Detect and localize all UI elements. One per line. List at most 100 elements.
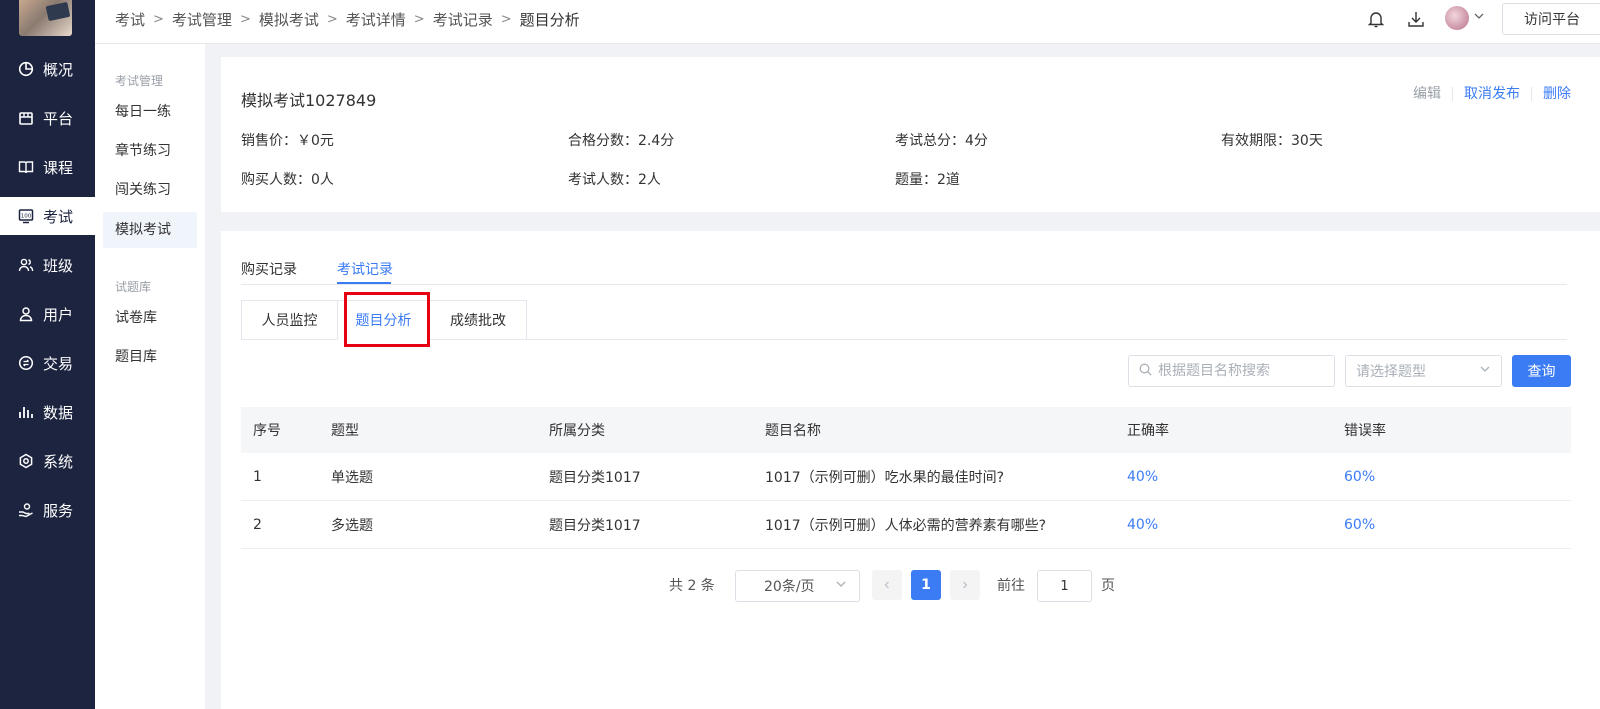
service-icon <box>18 502 34 518</box>
nav-item-label: 课程 <box>43 158 74 177</box>
subtab-personnel-monitor[interactable]: 人员监控 <box>241 300 338 340</box>
column-header: 题型 <box>331 423 359 439</box>
error-rate-link[interactable]: 60% <box>1344 453 1375 500</box>
secondary-menu: 考试管理 每日一练 章节练习 闯关练习 模拟考试 试题库 试卷库 题目库 <box>95 44 205 709</box>
column-header: 序号 <box>253 423 281 439</box>
question-category: 题目分类1017 <box>549 469 641 486</box>
goto-page-input[interactable] <box>1037 570 1092 602</box>
next-page-button[interactable] <box>950 570 980 600</box>
column-header: 错误率 <box>1344 423 1386 439</box>
chevron-right-icon: > <box>239 11 251 27</box>
submenu-item-challenge[interactable]: 闯关练习 <box>103 172 197 208</box>
nav-item-user[interactable]: 用户 <box>0 295 95 333</box>
nav-item-label: 概况 <box>43 60 74 79</box>
gear-icon <box>18 453 34 469</box>
breadcrumb-item[interactable]: 考试记录 <box>433 9 493 30</box>
edit-link[interactable]: 编辑 <box>1402 87 1452 101</box>
total-score-info: 考试总分：4分 <box>895 133 988 149</box>
main-nav: 概况 平台 课程 100 考试 班级 用户 交易 数据 系统 服务 <box>0 0 95 709</box>
chevron-right-icon: > <box>326 11 338 27</box>
price-info: 销售价：￥0元 <box>241 133 334 149</box>
column-header: 所属分类 <box>549 423 605 439</box>
table-header: 序号 题型 所属分类 题目名称 正确率 错误率 <box>241 407 1571 453</box>
chevron-right-icon: > <box>153 11 164 27</box>
question-category: 题目分类1017 <box>549 517 641 534</box>
goto-label: 前往 <box>997 578 1025 594</box>
store-icon <box>18 110 34 126</box>
tab-purchase-records[interactable]: 购买记录 <box>241 259 297 279</box>
nav-item-data[interactable]: 数据 <box>0 393 95 431</box>
table-row: 2 多选题 题目分类1017 1017（示例可删）人体必需的营养素有哪些? 40… <box>241 501 1571 549</box>
nav-item-label: 交易 <box>43 354 74 373</box>
search-field[interactable] <box>1128 355 1335 387</box>
bell-icon[interactable] <box>1366 9 1386 29</box>
bar-chart-icon <box>18 404 34 420</box>
nav-item-platform[interactable]: 平台 <box>0 99 95 137</box>
chevron-down-icon <box>835 578 847 594</box>
submenu-item-daily[interactable]: 每日一练 <box>103 94 197 130</box>
visit-platform-button[interactable]: 访问平台 <box>1502 3 1600 35</box>
error-rate-link[interactable]: 60% <box>1344 501 1375 548</box>
nav-item-class[interactable]: 班级 <box>0 246 95 284</box>
download-icon[interactable] <box>1406 9 1426 29</box>
submenu-item-chapter[interactable]: 章节练习 <box>103 133 197 169</box>
page-suffix-label: 页 <box>1101 578 1115 594</box>
nav-item-label: 平台 <box>43 109 74 128</box>
avatar[interactable] <box>1445 6 1469 30</box>
submenu-item-mock-exam[interactable]: 模拟考试 <box>103 212 197 248</box>
search-input[interactable] <box>1158 363 1328 379</box>
nav-item-label: 服务 <box>43 501 74 520</box>
nav-item-label: 系统 <box>43 452 74 471</box>
exam-actions: 编辑 取消发布 删除 <box>1402 87 1582 101</box>
column-header: 正确率 <box>1127 423 1169 439</box>
page-button-current[interactable]: 1 <box>911 570 941 600</box>
exam-info-card: 模拟考试1027849 编辑 取消发布 删除 销售价：￥0元 合格分数：2.4分… <box>221 57 1600 212</box>
query-button[interactable]: 查询 <box>1512 355 1571 387</box>
select-placeholder: 请选择题型 <box>1356 364 1426 380</box>
chevron-down-icon <box>1479 363 1491 379</box>
nav-item-course[interactable]: 课程 <box>0 148 95 186</box>
tab-exam-records[interactable]: 考试记录 <box>337 259 393 279</box>
breadcrumb-item[interactable]: 考试详情 <box>346 9 406 30</box>
search-icon <box>1139 363 1152 380</box>
nav-item-exam[interactable]: 100 考试 <box>0 197 95 235</box>
users-icon <box>18 257 34 273</box>
chevron-down-icon[interactable] <box>1473 10 1485 26</box>
buyers-info: 购买人数：0人 <box>241 172 334 188</box>
table-row: 1 单选题 题目分类1017 1017（示例可删）吃水果的最佳时间? 40% 6… <box>241 453 1571 501</box>
breadcrumb-item[interactable]: 考试 <box>115 9 145 30</box>
pass-score-info: 合格分数：2.4分 <box>568 133 675 149</box>
question-count-info: 题量：2道 <box>895 172 960 188</box>
exam-title: 模拟考试1027849 <box>241 91 377 110</box>
question-type: 单选题 <box>331 469 373 486</box>
breadcrumb-item[interactable]: 模拟考试 <box>259 9 319 30</box>
submenu-item-paper-bank[interactable]: 试卷库 <box>103 300 197 336</box>
nav-item-service[interactable]: 服务 <box>0 491 95 529</box>
nav-item-label: 班级 <box>43 256 74 275</box>
question-type: 多选题 <box>331 517 373 534</box>
breadcrumb-item[interactable]: 考试管理 <box>172 9 232 30</box>
breadcrumb: 考试 > 考试管理 > 模拟考试 > 考试详情 > 考试记录 > 题目分析 <box>115 0 580 38</box>
nav-item-trade[interactable]: 交易 <box>0 344 95 382</box>
nav-item-system[interactable]: 系统 <box>0 442 95 480</box>
prev-page-button[interactable] <box>872 570 902 600</box>
column-header: 题目名称 <box>765 423 821 439</box>
book-icon <box>18 159 34 175</box>
brand-logo[interactable] <box>19 0 72 36</box>
records-card: 购买记录 考试记录 人员监控 题目分析 成绩批改 请选择题型 查询 序号 题型 … <box>221 231 1600 709</box>
subtab-grading[interactable]: 成绩批改 <box>429 300 527 340</box>
question-type-select[interactable]: 请选择题型 <box>1345 355 1502 387</box>
correct-rate-link[interactable]: 40% <box>1127 501 1158 548</box>
submenu-item-question-bank[interactable]: 题目库 <box>103 339 197 375</box>
svg-text:100: 100 <box>21 214 32 220</box>
page-size-select[interactable]: 20条/页 <box>735 570 860 602</box>
unpublish-link[interactable]: 取消发布 <box>1452 87 1531 101</box>
submenu-group-title: 试题库 <box>115 280 152 294</box>
validity-info: 有效期限：30天 <box>1221 133 1323 149</box>
correct-rate-link[interactable]: 40% <box>1127 453 1158 500</box>
question-name: 1017（示例可删）人体必需的营养素有哪些? <box>765 517 1047 534</box>
exam-icon: 100 <box>18 208 34 224</box>
nav-item-overview[interactable]: 概况 <box>0 50 95 88</box>
delete-link[interactable]: 删除 <box>1531 87 1582 101</box>
chevron-right-icon: > <box>500 11 512 27</box>
